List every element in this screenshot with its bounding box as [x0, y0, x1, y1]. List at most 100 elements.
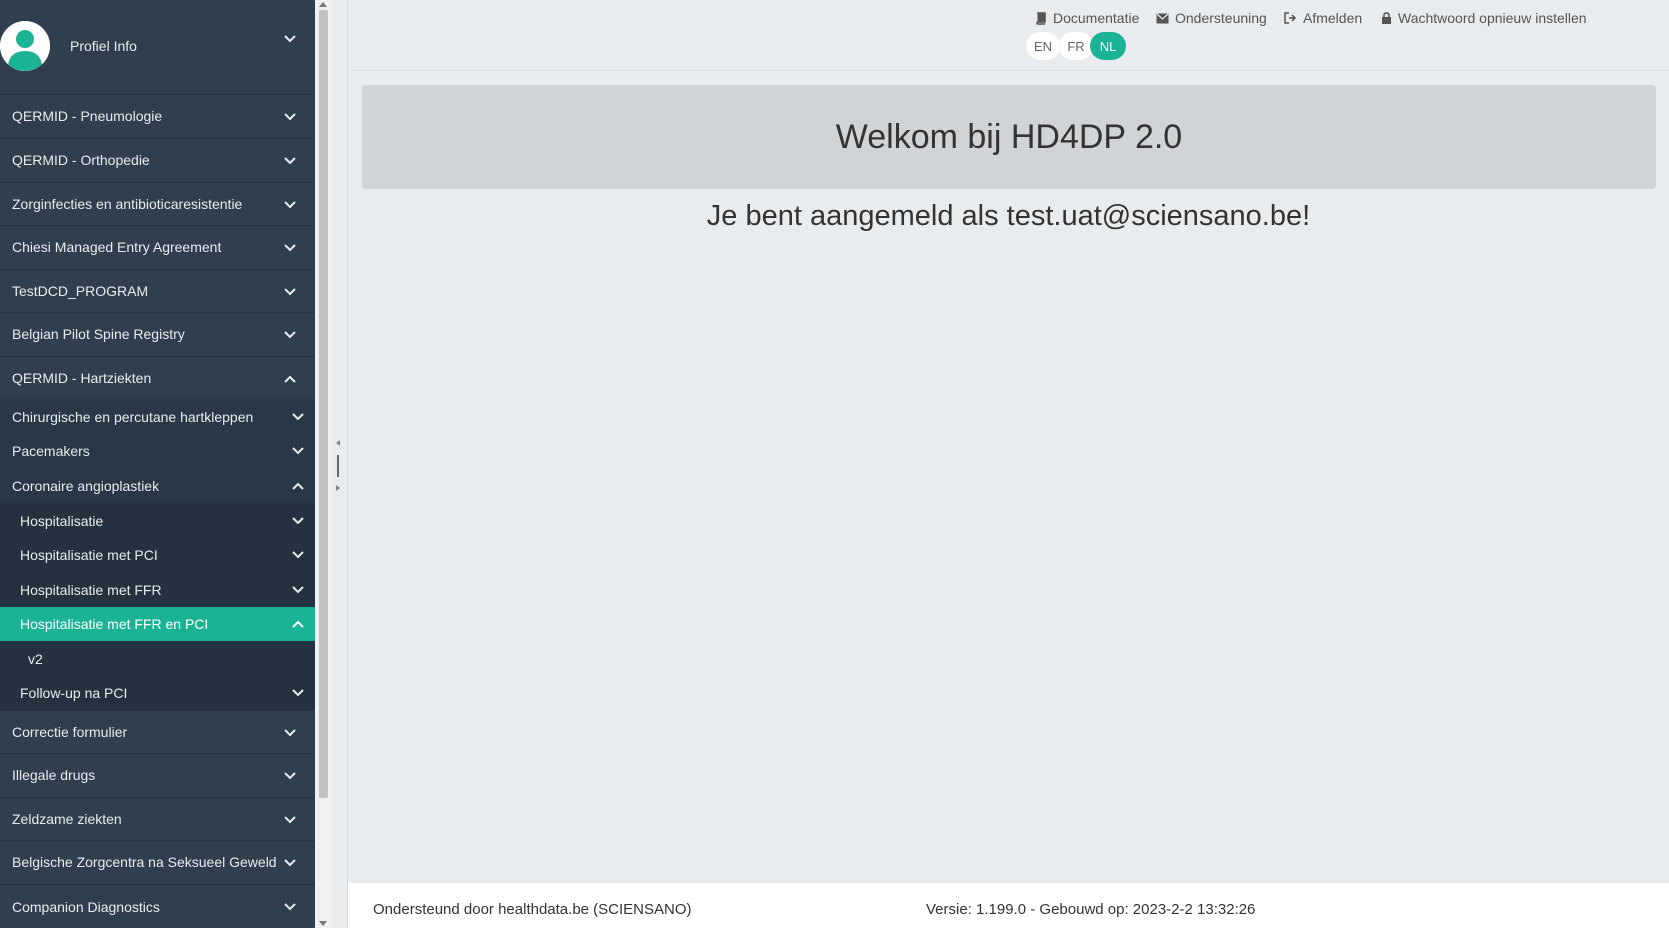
logged-email: test.uat@sciensano.be [1006, 200, 1303, 232]
sign-out-icon [1284, 12, 1297, 24]
sidebar-item-zeldzame-ziekten[interactable]: Zeldzame ziekten [0, 797, 315, 840]
documentation-label: Documentatie [1053, 10, 1140, 26]
chevron-down-icon [283, 328, 297, 342]
sidebar-item-label: Hospitalisatie met FFR [20, 581, 162, 598]
logged-suffix: ! [1302, 200, 1311, 232]
sidebar-item-label: Belgian Pilot Spine Registry [12, 326, 185, 342]
sidebar-item-label: TestDCD_PROGRAM [12, 283, 149, 299]
sidebar-item-label: Belgische Zorgcentra na Seksueel Geweld [12, 854, 277, 870]
sidebar-scrollbar[interactable] [315, 0, 332, 928]
logged-prefix: Je bent aangemeld als [706, 200, 1007, 232]
sidebar-item-label: Chirurgische en percutane hartkleppen [12, 408, 254, 425]
profile-label: Profiel Info [70, 38, 137, 54]
sidebar-item-chiesi[interactable]: Chiesi Managed Entry Agreement [0, 225, 315, 268]
logged-in-message: Je bent aangemeld als test.uat@sciensano… [348, 200, 1669, 233]
scrollbar-thumb[interactable] [319, 10, 328, 798]
chevron-down-icon [291, 548, 305, 562]
sidebar-item-label: QERMID - Hartziekten [12, 370, 152, 386]
footer: Ondersteund door healthdata.be (SCIENSAN… [348, 883, 1669, 928]
chevron-down-icon [291, 410, 305, 424]
sidebar-item-pacemakers[interactable]: Pacemakers [0, 434, 315, 468]
sidebar-item-label: Hospitalisatie met FFR en PCI [20, 616, 209, 632]
support-label: Ondersteuning [1175, 10, 1267, 26]
sidebar: Profiel Info QERMID - Pneumologie QERMID… [0, 0, 315, 928]
sidebar-item-hospitalisatie[interactable]: Hospitalisatie [0, 503, 315, 538]
chevron-down-icon [291, 583, 305, 597]
reset-password-label: Wachtwoord opnieuw instellen [1398, 10, 1587, 26]
logout-link[interactable]: Afmelden [1284, 10, 1362, 26]
sidebar-item-label: QERMID - Orthopedie [12, 152, 150, 168]
chevron-down-icon [291, 686, 305, 700]
main-content: Documentatie Ondersteuning Afmelden Wach… [348, 0, 1669, 928]
chevron-down-icon [283, 285, 297, 299]
language-fr-button[interactable]: FR [1059, 32, 1093, 60]
documentation-link[interactable]: Documentatie [1035, 10, 1139, 26]
sidebar-item-belgian-pilot-spine[interactable]: Belgian Pilot Spine Registry [0, 312, 315, 355]
chevron-down-icon [291, 444, 305, 458]
welcome-banner: Welkom bij HD4DP 2.0 [362, 85, 1656, 189]
chevron-down-icon [283, 32, 297, 46]
sidebar-item-label: Pacemakers [12, 443, 90, 459]
splitter-handle[interactable] [337, 455, 339, 477]
sidebar-item-hospitalisatie-pci[interactable]: Hospitalisatie met PCI [0, 538, 315, 572]
sidebar-item-label: Chiesi Managed Entry Agreement [12, 239, 222, 255]
sidebar-item-label: Companion Diagnostics [12, 898, 160, 915]
chevron-up-icon [283, 372, 297, 386]
top-navbar: Documentatie Ondersteuning Afmelden Wach… [348, 0, 1669, 71]
sidebar-item-label: Correctie formulier [12, 724, 128, 740]
support-link[interactable]: Ondersteuning [1156, 10, 1267, 26]
envelope-icon [1156, 13, 1169, 23]
sidebar-item-qermid-pneumologie[interactable]: QERMID - Pneumologie [0, 94, 315, 137]
chevron-down-icon [283, 241, 297, 255]
sidebar-item-label: Zorginfecties en antibioticaresistentie [12, 196, 243, 212]
sidebar-item-v2[interactable]: v2 [0, 641, 315, 676]
sidebar-item-label: v2 [28, 650, 43, 667]
sidebar-item-qermid-orthopedie[interactable]: QERMID - Orthopedie [0, 138, 315, 181]
chevron-down-icon [283, 198, 297, 212]
sidebar-item-label: QERMID - Pneumologie [12, 108, 163, 124]
sidebar-item-testdcd-program[interactable]: TestDCD_PROGRAM [0, 269, 315, 312]
language-en-button[interactable]: EN [1026, 32, 1060, 60]
footer-supported-by: Ondersteund door healthdata.be (SCIENSAN… [373, 901, 692, 918]
scroll-up-arrow-icon[interactable] [319, 2, 327, 7]
expand-right-icon[interactable] [336, 485, 340, 491]
chevron-down-icon [283, 813, 297, 827]
sidebar-item-qermid-hartziekten[interactable]: QERMID - Hartziekten [0, 356, 315, 399]
chevron-down-icon [283, 769, 297, 783]
chevron-down-icon [283, 154, 297, 168]
sidebar-item-zorgcentra-seksueel-geweld[interactable]: Belgische Zorgcentra na Seksueel Geweld [0, 840, 315, 883]
sidebar-item-companion-diagnostics[interactable]: Companion Diagnostics [0, 884, 315, 928]
sidebar-item-hospitalisatie-ffr-pci[interactable]: Hospitalisatie met FFR en PCI [0, 607, 315, 641]
sidebar-item-correctie-formulier[interactable]: Correctie formulier [0, 710, 315, 753]
collapse-left-icon[interactable] [336, 440, 340, 446]
sidebar-item-illegale-drugs[interactable]: Illegale drugs [0, 753, 315, 796]
reset-password-link[interactable]: Wachtwoord opnieuw instellen [1381, 10, 1587, 26]
welcome-title: Welkom bij HD4DP 2.0 [835, 117, 1183, 156]
user-icon [0, 21, 50, 71]
sidebar-item-follow-up-pci[interactable]: Follow-up na PCI [0, 676, 315, 710]
language-nl-button[interactable]: NL [1090, 32, 1126, 60]
logout-label: Afmelden [1303, 10, 1363, 26]
profile-info[interactable]: Profiel Info [0, 0, 315, 92]
lock-icon [1382, 12, 1391, 24]
chevron-down-icon [291, 514, 305, 528]
pane-splitter[interactable] [332, 0, 348, 928]
chevron-down-icon [283, 856, 297, 870]
chevron-down-icon [283, 110, 297, 124]
sidebar-item-label: Coronaire angioplastiek [12, 477, 160, 494]
scroll-down-arrow-icon[interactable] [319, 921, 327, 926]
sidebar-item-coronaire-angioplastiek[interactable]: Coronaire angioplastiek [0, 468, 315, 503]
sidebar-item-hospitalisatie-ffr[interactable]: Hospitalisatie met FFR [0, 572, 315, 607]
chevron-down-icon [283, 900, 297, 914]
chevron-up-icon [291, 479, 305, 493]
book-icon [1036, 11, 1046, 25]
chevron-down-icon [283, 726, 297, 740]
sidebar-item-label: Hospitalisatie [20, 512, 104, 529]
sidebar-item-zorginfecties[interactable]: Zorginfecties en antibioticaresistentie [0, 182, 315, 225]
sidebar-item-label: Follow-up na PCI [20, 685, 128, 701]
footer-version: Versie: 1.199.0 - Gebouwd op: 2023-2-2 1… [926, 901, 1256, 918]
sidebar-item-hartkleppen[interactable]: Chirurgische en percutane hartkleppen [0, 399, 315, 434]
sidebar-item-label: Zeldzame ziekten [12, 811, 122, 827]
sidebar-item-label: Hospitalisatie met PCI [20, 547, 158, 563]
avatar [0, 21, 50, 71]
